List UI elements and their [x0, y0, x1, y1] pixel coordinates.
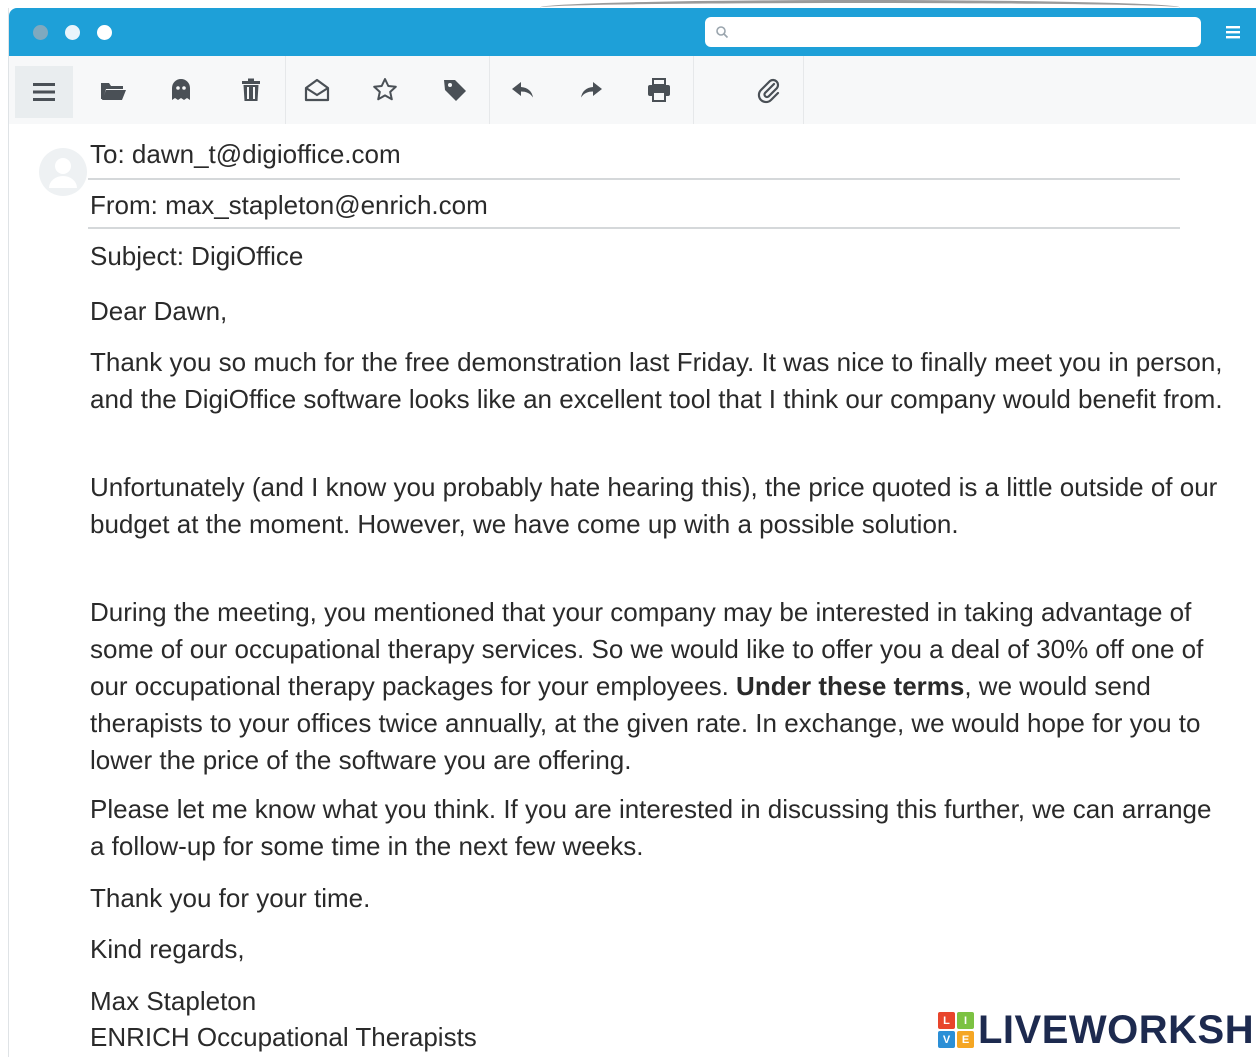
search-input[interactable]	[737, 21, 1191, 45]
ghost-icon	[172, 79, 190, 100]
tag-icon	[444, 80, 466, 101]
email-closing: Kind regards,	[90, 934, 245, 964]
search-box[interactable]	[705, 17, 1201, 47]
junk-button[interactable]	[163, 72, 199, 108]
window-minimize-dot[interactable]	[65, 25, 80, 40]
window-close-dot[interactable]	[33, 25, 48, 40]
toolbar-divider	[489, 56, 490, 124]
logo-letter: I	[957, 1012, 974, 1029]
email-paragraph: Thank you so much for the free demonstra…	[90, 347, 1223, 414]
bold-text: Under these terms	[736, 671, 965, 701]
star-icon	[373, 78, 397, 101]
hamburger-icon	[33, 83, 55, 101]
delete-button[interactable]	[233, 72, 269, 108]
search-icon	[716, 26, 729, 39]
tag-button[interactable]	[437, 72, 473, 108]
toolbar-divider	[803, 56, 804, 124]
print-icon	[648, 78, 670, 102]
logo-letter: L	[938, 1012, 955, 1029]
email-paragraph: Please let me know what you think. If yo…	[90, 794, 1212, 861]
logo-letter: V	[938, 1031, 955, 1048]
header-divider	[88, 178, 1180, 180]
reply-button[interactable]	[505, 72, 541, 108]
from-field: From: max_stapleton@enrich.com	[90, 190, 488, 220]
email-greeting: Dear Dawn,	[90, 296, 228, 326]
liveworksheets-watermark: L I V E LIVEWORKSH	[938, 1008, 1254, 1052]
menu-button[interactable]	[15, 66, 73, 118]
folder-open-icon	[101, 83, 126, 100]
logo-letter: E	[957, 1031, 974, 1048]
reply-icon	[512, 82, 533, 98]
toolbar-divider	[285, 56, 286, 124]
forward-button[interactable]	[573, 72, 609, 108]
window-maximize-dot[interactable]	[97, 25, 112, 40]
trash-icon	[242, 78, 260, 101]
user-icon	[49, 158, 77, 188]
subject-field: Subject: DigiOffice	[90, 241, 304, 271]
email-paragraph: During the meeting, you mentioned that y…	[90, 594, 1230, 779]
watermark-text: LIVEWORKSH	[978, 1007, 1255, 1052]
paperclip-icon	[757, 78, 780, 104]
liveworksheets-logo: L I V E	[938, 1012, 974, 1048]
star-button[interactable]	[367, 72, 403, 108]
email-thanks: Thank you for your time.	[90, 883, 371, 913]
open-folder-button[interactable]	[95, 72, 131, 108]
attach-button[interactable]	[751, 72, 787, 108]
email-paragraph: Unfortunately (and I know you probably h…	[90, 472, 1218, 539]
toolbar-divider	[693, 56, 694, 124]
toolbar	[9, 56, 1256, 124]
window-menu-icon[interactable]	[1223, 22, 1243, 42]
mark-read-button[interactable]	[299, 72, 335, 108]
print-button[interactable]	[641, 72, 677, 108]
avatar	[39, 148, 87, 196]
to-field: To: dawn_t@digioffice.com	[90, 139, 401, 169]
title-bar	[9, 8, 1256, 56]
header-divider	[88, 227, 1180, 229]
envelope-open-icon	[304, 78, 330, 102]
forward-icon	[581, 82, 602, 98]
